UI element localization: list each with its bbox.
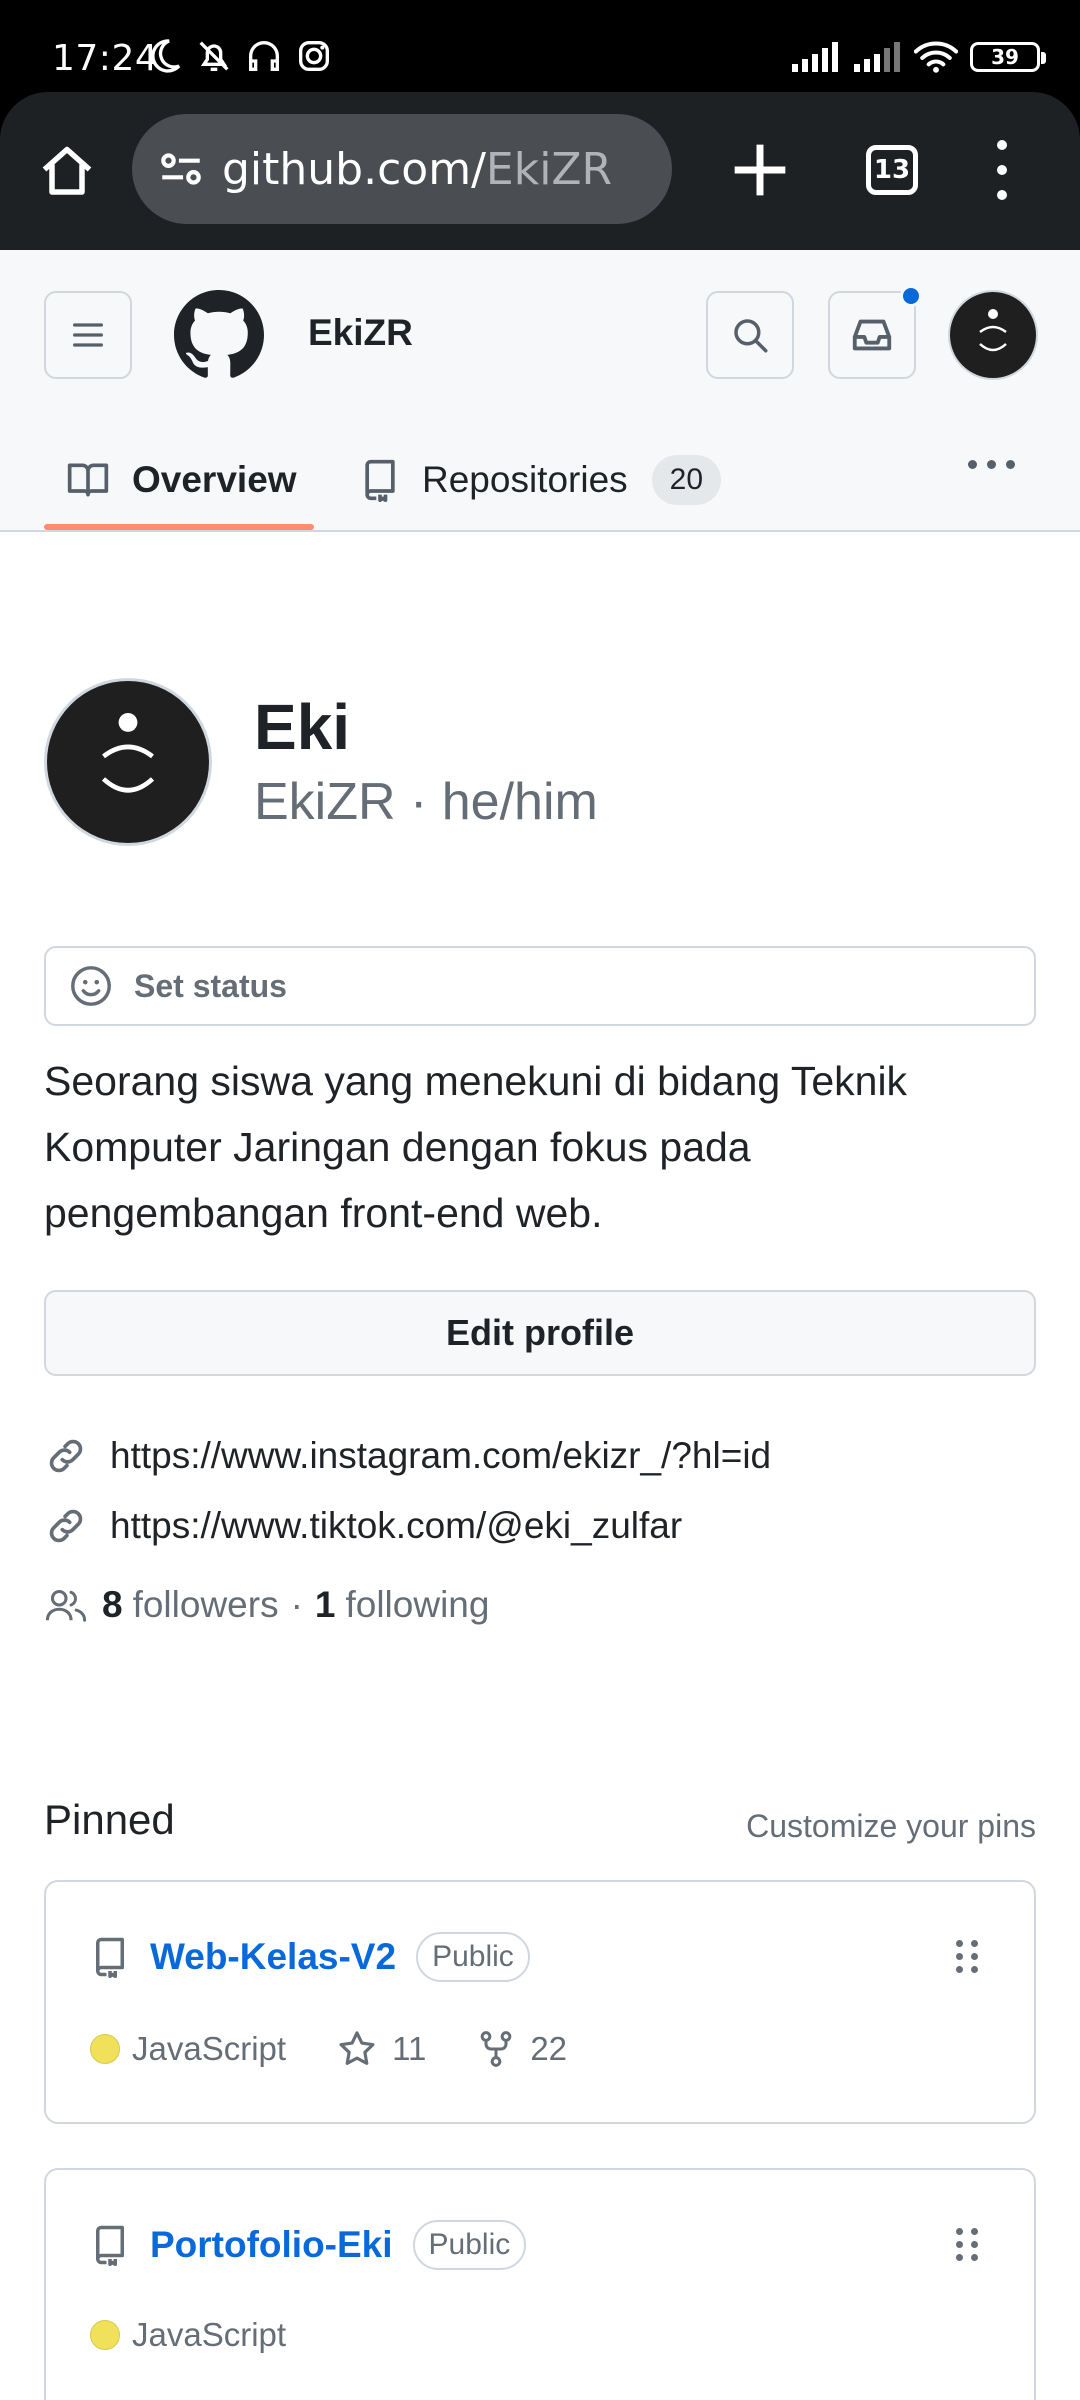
url-text[interactable]: github.com/EkiZR	[222, 144, 612, 195]
pinned-repo-meta: JavaScript 11 22	[90, 2028, 567, 2070]
follow-separator: ·	[290, 1584, 303, 1625]
notification-indicator	[900, 285, 922, 307]
browser-menu-button[interactable]	[982, 140, 1022, 200]
header-username[interactable]: EkiZR	[308, 312, 413, 354]
set-status-button[interactable]: Set status	[44, 946, 1036, 1026]
stars-count: 11	[392, 2030, 427, 2067]
pinned-repo-meta: JavaScript	[90, 2316, 286, 2354]
wifi-icon	[914, 41, 958, 73]
follow-stats: 8 followers · 1 following	[44, 1584, 489, 1626]
hamburger-menu-button[interactable]	[44, 291, 132, 379]
tabs-more-button[interactable]	[968, 460, 1015, 469]
url-path: EkiZR	[485, 143, 613, 195]
battery-icon: 39	[970, 42, 1046, 72]
following-count[interactable]: 1	[315, 1584, 336, 1626]
repositories-count: 20	[651, 455, 722, 505]
avatar-image	[101, 713, 155, 793]
forks-count: 22	[530, 2030, 568, 2067]
link-icon	[49, 1439, 83, 1473]
repo-icon	[365, 459, 395, 502]
edit-profile-button[interactable]: Edit profile	[44, 1290, 1036, 1376]
search-icon	[734, 319, 768, 353]
repo-language: JavaScript	[132, 2030, 287, 2067]
language-color-dot	[90, 2034, 120, 2064]
followers-count[interactable]: 8	[102, 1584, 123, 1626]
tab-repositories-label: Repositories	[422, 459, 628, 500]
repo-icon	[96, 2225, 124, 2266]
customize-pins-link[interactable]: Customize your pins	[746, 1808, 1036, 1845]
menu-icon	[73, 323, 104, 347]
status-icons-right: 39	[790, 40, 1046, 74]
profile-avatar[interactable]	[44, 678, 212, 846]
repo-language: JavaScript	[132, 2316, 287, 2353]
tab-overview[interactable]: Overview	[66, 430, 297, 530]
pinned-repo-header: Portofolio-Eki Public	[92, 2220, 527, 2270]
signal-icon	[792, 42, 838, 72]
home-button[interactable]	[32, 137, 102, 207]
profile-tabs: Overview Repositories 20	[0, 430, 1080, 532]
book-icon	[67, 463, 109, 497]
url-host: github.com/	[222, 143, 486, 195]
pinned-repo-card: Portofolio-Eki Public JavaScript	[44, 2168, 1036, 2400]
pinned-title: Pinned	[44, 1796, 175, 1843]
following-label[interactable]: following	[345, 1584, 489, 1626]
link-icon	[49, 1509, 83, 1543]
tab-repositories[interactable]: Repositories 20	[360, 430, 722, 530]
github-header: EkiZR Overview Repositories 20	[0, 250, 1080, 532]
tab-switcher-button[interactable]: 13	[866, 145, 918, 195]
followers-label[interactable]: followers	[133, 1584, 279, 1626]
browser-toolbar: github.com/EkiZR 13	[0, 92, 1080, 250]
stars-link[interactable]: 11	[336, 2028, 426, 2070]
drag-handle-icon[interactable]	[956, 2228, 978, 2261]
forks-link[interactable]: 22	[476, 2028, 567, 2070]
visibility-badge: Public	[416, 1932, 530, 1982]
pinned-repo-card: Web-Kelas-V2 Public JavaScript 11 22	[44, 1880, 1036, 2124]
signal-icon	[854, 42, 900, 72]
avatar-image	[979, 309, 1007, 352]
search-button[interactable]	[706, 291, 794, 379]
address-bar[interactable]: github.com/EkiZR	[132, 114, 672, 224]
drag-handle-icon[interactable]	[956, 1940, 978, 1973]
language-color-dot	[90, 2320, 120, 2350]
fork-icon	[480, 2031, 512, 2067]
profile-link-text[interactable]: https://www.instagram.com/ekizr_/?hl=id	[110, 1435, 771, 1477]
new-tab-button[interactable]	[722, 132, 798, 208]
set-status-label: Set status	[134, 967, 287, 1004]
profile-name: Eki	[254, 691, 351, 763]
pinned-repo-header: Web-Kelas-V2 Public	[92, 1932, 530, 1982]
instagram-icon	[299, 41, 329, 71]
inbox-icon	[852, 319, 892, 351]
profile-login-pronouns: EkiZR · he/him	[254, 773, 598, 831]
tab-overview-label: Overview	[132, 459, 297, 500]
profile-link[interactable]: https://www.tiktok.com/@eki_zulfar	[44, 1504, 682, 1548]
people-icon	[45, 1589, 87, 1622]
status-icons-left	[144, 36, 334, 76]
notifications-button[interactable]	[828, 285, 922, 379]
repo-icon	[96, 1937, 124, 1978]
home-icon	[42, 146, 92, 195]
status-time: 17:24	[52, 38, 159, 79]
active-tab-indicator	[44, 524, 314, 530]
smiley-icon	[71, 966, 111, 1006]
site-settings-icon[interactable]	[156, 144, 206, 194]
star-icon	[339, 2031, 375, 2065]
visibility-badge: Public	[412, 2220, 527, 2270]
github-logo-icon[interactable]	[174, 290, 264, 380]
moon-icon	[151, 39, 181, 73]
bell-off-icon	[199, 41, 229, 71]
pinned-repo-name[interactable]: Web-Kelas-V2	[150, 1936, 396, 1978]
status-bar: 17:24 39	[0, 0, 1080, 92]
pinned-repo-name[interactable]: Portofolio-Eki	[150, 2224, 393, 2266]
profile-link-text[interactable]: https://www.tiktok.com/@eki_zulfar	[110, 1505, 682, 1547]
profile-link[interactable]: https://www.instagram.com/ekizr_/?hl=id	[44, 1434, 771, 1478]
header-avatar[interactable]	[948, 290, 1038, 380]
profile-bio: Seorang siswa yang menekuni di bidang Te…	[44, 1058, 908, 1236]
headphones-icon	[249, 41, 279, 71]
